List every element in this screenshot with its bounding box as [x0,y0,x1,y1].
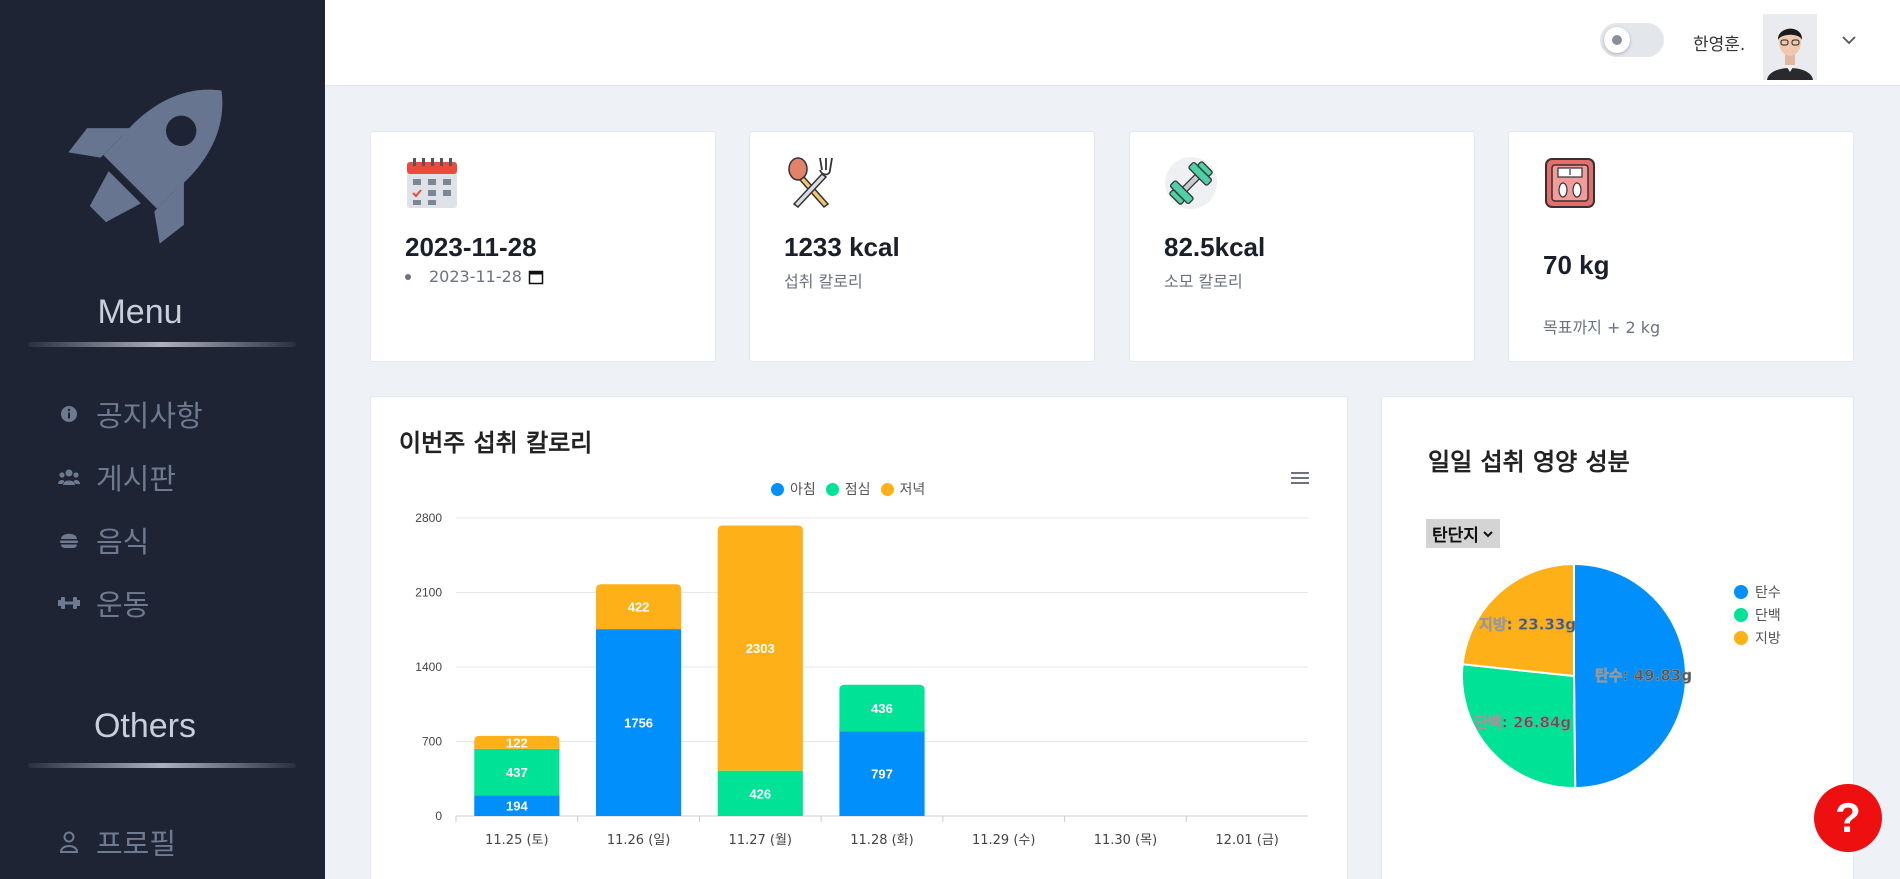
dumbbell-icon [58,592,80,614]
legend-dot [1734,585,1748,599]
nutrition-pie-chart: 탄수: 49.83g 단백: 26.84g 지방: 23.33g 탄수단백지방 [1461,562,1781,790]
nav-label-exercise: 운동 [96,588,150,622]
bar-legend: 아침 점심 저녁 [771,479,925,499]
nutrient-select-value: 탄단지 [1432,526,1479,546]
bar-value-label: 426 [749,786,771,801]
toggle-knob [1604,27,1630,53]
legend-label: 아침 [790,482,816,498]
date-card: 2023-11-28 2023-11-28 [370,131,716,362]
nutrient-select[interactable]: 탄단지 [1426,519,1500,548]
nav-item-board[interactable]: 게시판 [58,456,176,498]
burned-label: 소모 칼로리 [1164,272,1243,291]
bar-value-label: 797 [871,767,893,782]
nav-label-food: 음식 [96,525,150,559]
chevron-down-icon[interactable] [1839,30,1859,50]
bullet-dot [405,273,411,280]
x-tick-label: 11.27 (월) [729,833,792,848]
menu-section-title: Menu [97,293,183,331]
x-tick-label: 11.29 (수) [972,833,1035,848]
legend-dot [880,482,894,496]
intake-card: 1233 kcal 섭취 칼로리 [749,131,1095,362]
user-icon [58,831,80,853]
bar-value-label: 436 [871,701,893,716]
dumbbell-icon [1165,157,1217,209]
bar-value-label: 437 [506,765,528,780]
legend-dot [1734,631,1748,645]
y-tick-label: 700 [422,735,442,749]
nav-label-profile: 프로필 [96,827,177,861]
weekly-chart-title: 이번주 섭취 칼로리 [399,429,593,457]
chart-menu-icon[interactable] [1290,470,1310,486]
weight-card: 70 kg 목표까지 + 2 kg [1508,131,1854,362]
x-tick-label: 11.26 (일) [607,833,670,848]
burned-value: 82.5kcal [1164,232,1266,262]
nav-item-profile[interactable]: 프로필 [58,821,176,863]
x-tick-label: 11.30 (목) [1094,833,1157,848]
burger-icon [58,529,80,551]
pie-data-label: 지방: 23.33g [1479,615,1576,633]
calendar-picker-icon[interactable] [528,269,544,285]
bar-value-label: 1756 [624,716,653,731]
user-name: 한영훈. [1693,35,1746,55]
legend-dot [825,482,839,496]
bar-value-label: 194 [506,799,528,814]
others-section-title: Others [93,707,197,745]
nav-label-board: 게시판 [96,462,177,496]
intake-label: 섭취 칼로리 [784,272,863,291]
help-button[interactable]: ? [1814,784,1882,852]
avatar[interactable] [1763,14,1817,80]
legend-dot [771,482,784,496]
weekly-bar-chart: 0 700 1400 2100 2800 11.25 (토) 194 437 122 11.26 … [415,511,1308,848]
legend-item-lunch[interactable]: 점심 [825,479,871,499]
nutrition-chart-title: 일일 섭취 영양 성분 [1428,448,1630,476]
date-value: 2023-11-28 [405,232,537,262]
y-tick-label: 0 [435,809,442,823]
burned-card: 82.5kcal 소모 칼로리 [1129,131,1475,362]
y-tick-label: 2800 [415,511,442,525]
users-icon [58,466,80,488]
scale-icon [1545,158,1595,208]
intake-value: 1233 kcal [784,232,900,262]
legend-item-breakfast[interactable]: 아침 [771,479,816,499]
nav-item-food[interactable]: 음식 [58,519,149,561]
fork-spoon-icon [788,157,833,209]
bar-value-label: 122 [506,735,528,750]
legend-label: 점심 [844,482,871,498]
y-tick-label: 1400 [415,660,442,674]
nav-item-notice[interactable]: 공지사항 [58,393,203,435]
menu-divider [28,342,296,347]
nav-item-exercise[interactable]: 운동 [58,582,149,624]
x-tick-label: 11.28 (화) [850,833,913,848]
legend-label: 지방 [1755,631,1781,647]
chevron-down-icon [1483,530,1493,537]
rocket-logo-icon[interactable] [62,60,252,250]
legend-label: 단백 [1755,608,1781,624]
legend-label: 저녁 [899,482,926,498]
legend-item-dinner[interactable]: 저녁 [880,479,926,499]
x-tick-label: 11.25 (토) [485,833,548,848]
date-input-value: 2023-11-28 [429,267,522,286]
legend-label: 탄수 [1755,585,1781,601]
weight-value: 70 kg [1543,250,1610,280]
bar-value-label: 422 [628,600,650,615]
pie-data-label: 탄수: 49.83g [1595,667,1692,685]
top-header: 한영훈. [325,0,1900,86]
calendar-icon [407,158,457,208]
sidebar: Menu 공지사항 게시판 음식 운동 Others 프로필 [0,0,325,879]
x-tick-label: 12.01 (금) [1215,833,1278,848]
others-divider [28,763,296,768]
info-icon [58,403,80,425]
theme-toggle[interactable] [1600,23,1664,57]
weight-goal-label: 목표까지 + 2 kg [1543,318,1661,337]
date-input[interactable]: 2023-11-28 [405,267,544,286]
nav-label-notice: 공지사항 [96,399,203,433]
legend-dot [1734,608,1748,622]
y-tick-label: 2100 [415,586,442,600]
pie-data-label: 단백: 26.84g [1474,714,1571,732]
bar-value-label: 2303 [746,641,775,656]
